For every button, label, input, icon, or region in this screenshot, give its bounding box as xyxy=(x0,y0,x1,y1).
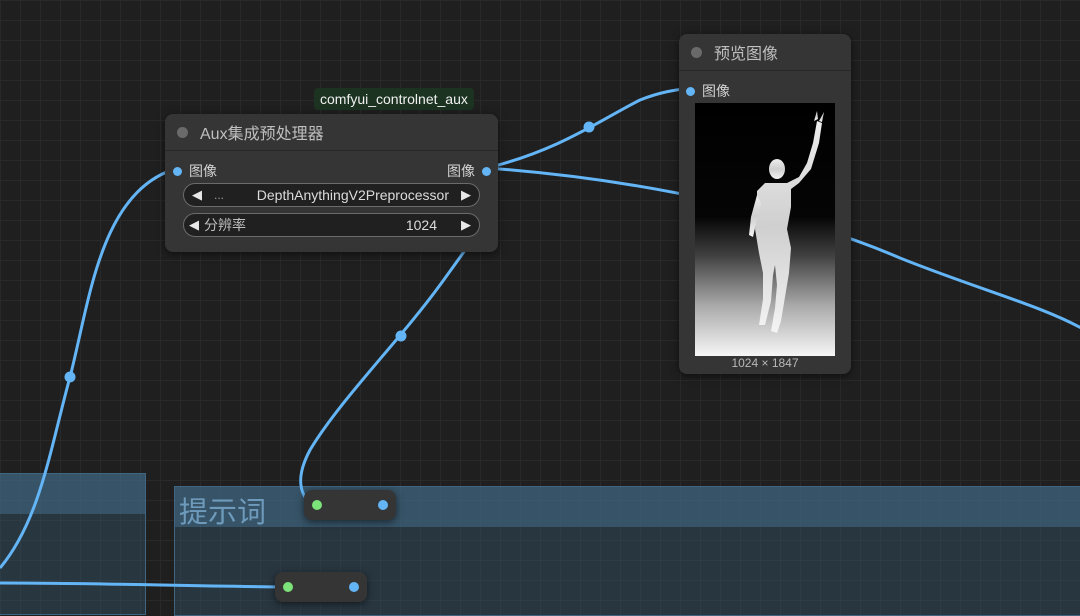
combo-value: DepthAnythingV2Preprocessor xyxy=(256,187,449,203)
aux-preprocessor-node[interactable]: Aux集成预处理器 图像 图像 ◀ ... DepthAnythingV2Pre… xyxy=(165,114,498,252)
links-layer xyxy=(0,86,1080,589)
link-midpoint-3[interactable] xyxy=(395,330,407,342)
preview-node-title: 预览图像 xyxy=(714,46,779,63)
preview-input-slot[interactable]: 图像 xyxy=(686,81,730,101)
aux-input-label: 图像 xyxy=(189,163,217,179)
resolution-number-widget[interactable]: ◀ 分辨率 1024 ▶ xyxy=(183,213,480,237)
aux-output-label: 图像 xyxy=(447,163,475,179)
aux-input-slot[interactable]: 图像 xyxy=(173,161,217,181)
reroute-output-dot-icon[interactable] xyxy=(378,500,388,510)
preprocessor-combo[interactable]: ◀ ... DepthAnythingV2Preprocessor ▶ xyxy=(183,183,480,207)
link-midpoint-2[interactable] xyxy=(583,121,595,133)
node-pack-badge: comfyui_controlnet_aux xyxy=(314,88,474,110)
combo-left-arrow-icon[interactable]: ◀ xyxy=(184,187,210,203)
link-input-to-aux[interactable] xyxy=(0,166,179,569)
reroute-node-2[interactable] xyxy=(275,572,367,602)
resolution-increment-icon[interactable]: ▶ xyxy=(453,217,479,233)
preview-input-label: 图像 xyxy=(702,83,730,99)
aux-node-title: Aux集成预处理器 xyxy=(200,126,324,143)
aux-node-title-bar[interactable]: Aux集成预处理器 xyxy=(165,114,498,151)
resolution-label: 分辨率 xyxy=(204,217,246,233)
figure-silhouette-icon xyxy=(749,111,824,333)
output-slot-dot-icon[interactable] xyxy=(482,166,491,176)
collapse-dot-icon[interactable] xyxy=(691,46,702,58)
link-midpoint-1[interactable] xyxy=(64,371,76,383)
combo-right-arrow-icon[interactable]: ▶ xyxy=(453,187,479,203)
resolution-value: 1024 xyxy=(405,217,437,233)
reroute-output-dot-icon[interactable] xyxy=(349,582,359,592)
link-bottom-to-reroute[interactable] xyxy=(0,581,287,589)
preview-image-node[interactable]: 预览图像 图像 1024 × 1847 xyxy=(679,34,851,374)
collapse-dot-icon[interactable] xyxy=(177,126,188,138)
input-slot-dot-icon[interactable] xyxy=(686,86,695,96)
combo-prefix: ... xyxy=(214,188,225,202)
reroute-input-dot-icon[interactable] xyxy=(283,582,293,592)
resolution-decrement-icon[interactable]: ◀ xyxy=(184,217,204,233)
reroute-node-1[interactable] xyxy=(304,490,396,520)
depth-preview-image[interactable] xyxy=(695,103,835,356)
reroute-input-dot-icon[interactable] xyxy=(312,500,322,510)
preview-node-title-bar[interactable]: 预览图像 xyxy=(679,34,851,71)
preview-image-size: 1024 × 1847 xyxy=(731,356,799,370)
input-slot-dot-icon[interactable] xyxy=(173,166,182,176)
aux-output-slot[interactable]: 图像 xyxy=(447,161,491,181)
